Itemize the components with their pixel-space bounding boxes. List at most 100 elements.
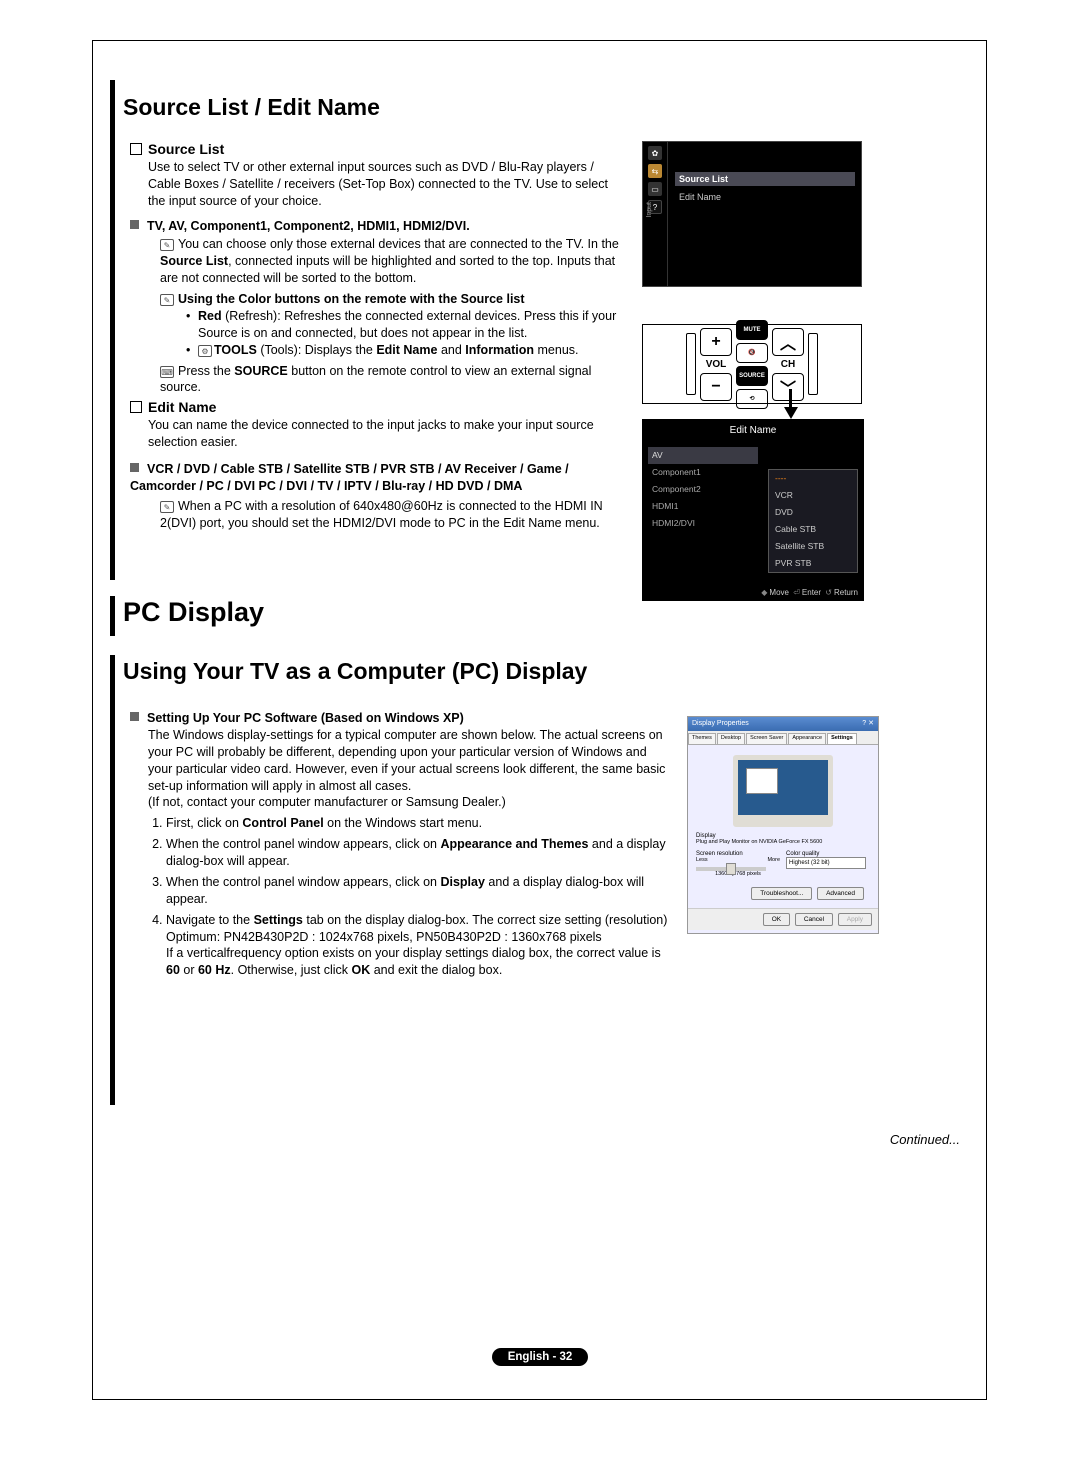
note-text: You can choose only those external devic… [160,237,619,285]
gear-icon: ✿ [648,146,662,160]
pc-steps: First, click on Control Panel on the Win… [166,815,670,979]
pip-icon: ▭ [648,182,662,196]
osd-footer: ◆Move ⏎Enter ↺Return [642,588,864,597]
osd-edit-name-row: Edit Name [675,190,855,204]
xp-tab: Screen Saver [746,733,787,744]
pc-step-3: When the control panel window appears, c… [166,874,670,908]
square-icon [130,463,139,472]
xp-troubleshoot-button: Troubleshoot... [751,887,812,900]
ch-down-button: ﹀ [772,373,804,401]
osd-left-list: AV Component1 Component2 HDMI1 HDMI2/DVI [648,447,758,532]
osd-drop-item: Satellite STB [769,538,857,555]
edit-name-block: Edit Name You can name the device connec… [130,398,620,532]
vol-label: VOL [706,359,727,370]
xp-resolution-slider [696,867,766,871]
source-button: SOURCE [736,366,768,386]
edit-name-list: VCR / DVD / Cable STB / Satellite STB / … [130,462,569,493]
pc-block: Setting Up Your PC Software (Based on Wi… [130,710,670,983]
mute-button: MUTE [736,320,768,340]
pc-setup-desc: The Windows display-settings for a typic… [148,727,670,795]
source-list-heading: Source List [148,141,224,157]
pc-step-4: Navigate to the Settings tab on the disp… [166,912,670,980]
edit-name-heading: Edit Name [148,399,216,415]
section-title-source: Source List / Edit Name [123,94,380,121]
edit-name-note: When a PC with a resolution of 640x480@6… [160,499,603,530]
xp-resolution-value: 1360 by 768 pixels [696,871,780,877]
edit-name-osd: Edit Name AV Component1 Component2 HDMI1… [642,419,864,601]
loop-icon: ⟲ [736,389,768,409]
xp-titlebar: Display Properties ? ✕ [688,717,878,731]
xp-tab: Desktop [717,733,745,744]
remote-side-left [686,333,696,395]
tools-icon: ⚙ [198,345,212,357]
osd-drop-item: Cable STB [769,521,857,538]
remote-diagram: + VOL − MUTE 🔇 SOURCE ⟲ ︿ CH ﹀ [642,324,862,404]
xp-advanced-button: Advanced [817,887,864,900]
osd-drop-item: DVD [769,504,857,521]
osd-item: HDMI2/DVI [648,515,758,532]
osd-item: Component2 [648,481,758,498]
pc-step-1: First, click on Control Panel on the Win… [166,815,670,832]
osd-drop-item: VCR [769,487,857,504]
xp-close-icons: ? ✕ [862,717,874,731]
osd-dropdown: ---- VCR DVD Cable STB Satellite STB PVR… [768,469,858,573]
note-icon: ✎ [160,239,174,251]
checkbox-icon [130,401,142,413]
move-icon: ◆ [761,588,767,597]
xp-cancel-button: Cancel [795,913,833,926]
xp-monitor-graphic [733,755,833,827]
tools-line: ⚙TOOLS (Tools): Displays the Edit Name a… [184,342,620,359]
edit-name-desc: You can name the device connected to the… [148,417,620,451]
osd-drop-item: ---- [769,470,857,487]
checkbox-icon [130,143,142,155]
pc-setup-contact: (If not, contact your computer manufactu… [148,794,670,811]
osd-source-list-row: Source List [675,172,855,186]
vol-up-button: + [700,328,732,356]
source-inputs: TV, AV, Component1, Component2, HDMI1, H… [147,219,470,233]
osd-title: Edit Name [642,419,864,442]
source-list-desc: Use to select TV or other external input… [148,159,620,210]
remote-icon: ⌨ [160,366,174,378]
note-color-buttons: Using the Color buttons on the remote wi… [178,292,525,306]
section-bar [110,596,115,636]
windows-xp-display-properties: Display Properties ? ✕ Themes Desktop Sc… [687,716,879,934]
input-icon: ⇆ [648,164,662,178]
square-icon [130,220,139,229]
speaker-icon: 🔇 [736,343,768,363]
input-label: Input [646,202,653,218]
press-source-line: Press the SOURCE button on the remote co… [160,364,591,395]
arrow-line [789,389,792,409]
xp-tab: Appearance [788,733,826,744]
osd-drop-item: PVR STB [769,555,857,572]
section-title-using-tv: Using Your TV as a Computer (PC) Display [123,658,587,685]
arrow-down-icon [784,407,798,419]
source-list-block: Source List Use to select TV or other ex… [130,140,620,396]
vol-down-button: − [700,373,732,401]
remote-side-right [808,333,818,395]
page-footer: English - 32 [0,1348,1080,1366]
note-icon: ✎ [160,294,174,306]
square-icon [130,712,139,721]
section-bar [110,655,115,1105]
section-bar [110,80,115,580]
xp-tab-selected: Settings [827,733,857,744]
xp-apply-button: Apply [838,913,872,926]
osd-item-av: AV [648,447,758,464]
xp-tab: Themes [688,733,716,744]
pc-step-2: When the control panel window appears, c… [166,836,670,870]
xp-color-select: Highest (32 bit) [786,857,866,869]
return-icon: ↺ [825,588,832,597]
page-number-pill: English - 32 [492,1348,589,1366]
enter-icon: ⏎ [793,588,800,597]
xp-body: Display Plug and Play Monitor on NVIDIA … [688,829,878,908]
osd-item: Component1 [648,464,758,481]
osd-item: HDMI1 [648,498,758,515]
note-icon: ✎ [160,501,174,513]
ch-label: CH [781,359,795,370]
xp-ok-button: OK [763,913,790,926]
source-list-osd: ✿ ⇆ ▭ ? Input Source List Edit Name [642,141,862,287]
section-title-pc: PC Display [123,597,264,628]
red-refresh-line: Red (Refresh): Refreshes the connected e… [184,308,620,342]
xp-tabs: Themes Desktop Screen Saver Appearance S… [688,731,878,745]
ch-up-button: ︿ [772,328,804,356]
